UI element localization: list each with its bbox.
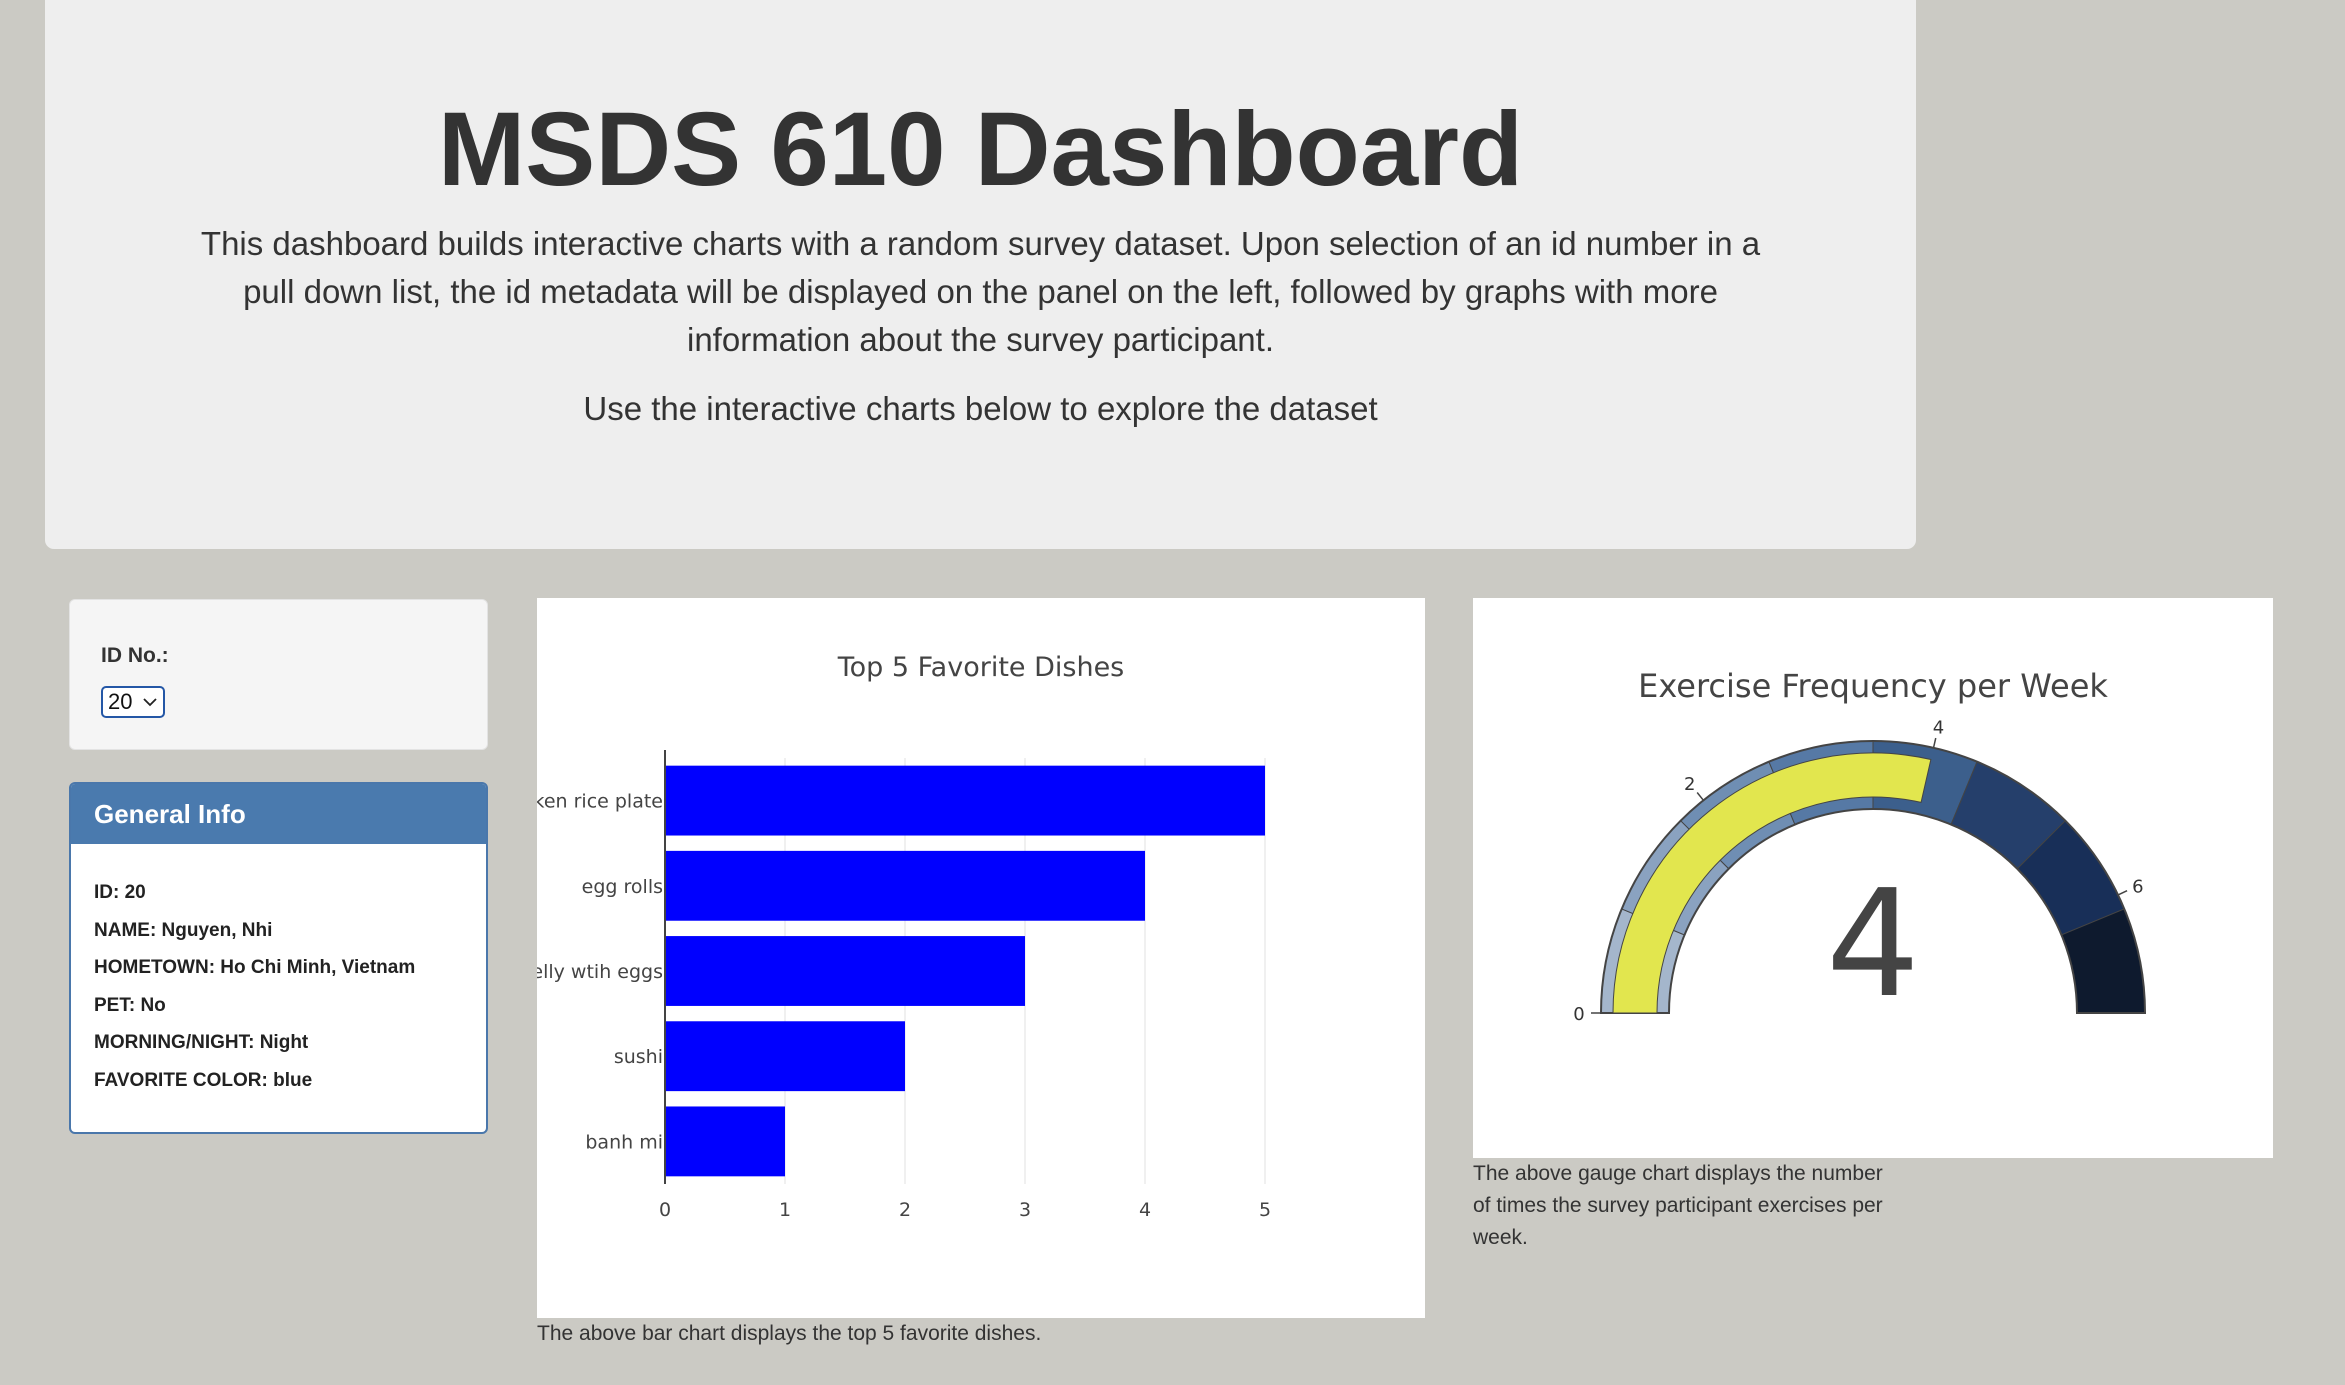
gauge-tick — [2117, 889, 2128, 896]
gauge-tick — [1696, 792, 1704, 801]
x-tick-label: 4 — [1139, 1199, 1151, 1221]
y-tick-label: sushi — [614, 1046, 663, 1068]
bar-chart-caption: The above bar chart displays the top 5 f… — [537, 1322, 1042, 1345]
info-line-morning-night: MORNING/NIGHT: Night — [94, 1032, 309, 1053]
general-info-title: General Info — [71, 784, 486, 844]
bar-chart-card: Top 5 Favorite Dishes 0 1 2 3 4 5 broken rice … — [537, 598, 1425, 1318]
x-tick-label: 3 — [1019, 1199, 1031, 1221]
x-tick-label: 1 — [779, 1199, 791, 1221]
gauge-chart-title: Exercise Frequency per Week — [1638, 667, 2108, 705]
gauge-chart[interactable]: Exercise Frequency per Week 0 2 4 6 4 — [1473, 598, 2273, 1158]
general-info-body: ID: 20 NAME: Nguyen, Nhi HOMETOWN: Ho Ch… — [71, 844, 486, 1107]
gauge-tick-label: 2 — [1684, 774, 1695, 795]
bar-chart-title: Top 5 Favorite Dishes — [837, 652, 1125, 683]
y-tick-label: egg rolls — [582, 876, 663, 898]
y-tick-label: pork belly wtih eggs — [537, 961, 663, 983]
y-tick-label: broken rice plate — [537, 791, 663, 813]
header-jumbotron: MSDS 610 Dashboard This dashboard builds… — [45, 0, 1916, 549]
info-line-name: NAME: Nguyen, Nhi — [94, 919, 273, 941]
y-tick-labels: broken rice plate egg rolls pork belly wti… — [537, 791, 663, 1154]
id-selector-well: ID No.: 20 — [69, 599, 488, 750]
chevron-down-icon — [143, 698, 157, 707]
x-tick-label: 2 — [899, 1199, 911, 1221]
bar-banh-mi — [665, 1106, 785, 1177]
x-tick-label: 5 — [1259, 1199, 1271, 1221]
bar-sushi — [665, 1021, 905, 1092]
bar-broken-rice-plate — [665, 765, 1265, 836]
info-line-hometown: HOMETOWN: Ho Chi Minh, Vietnam — [94, 957, 416, 978]
bar-egg-rolls — [665, 850, 1145, 921]
id-selector-label: ID No.: — [101, 644, 169, 667]
info-line-id: ID: 20 — [94, 882, 146, 903]
gauge-tick-label: 6 — [2132, 876, 2143, 897]
page-title: MSDS 610 Dashboard — [437, 91, 1524, 208]
general-info-panel: General Info ID: 20 NAME: Nguyen, Nhi HO… — [69, 782, 488, 1134]
id-select-dropdown[interactable]: 20 — [101, 686, 165, 718]
info-line-pet: PET: No — [94, 994, 166, 1016]
y-tick-label: banh mi — [585, 1131, 663, 1153]
page-subtitle: Use the interactive charts below to expl… — [583, 390, 1378, 427]
bar-chart[interactable]: Top 5 Favorite Dishes 0 1 2 3 4 5 broken rice … — [537, 598, 1425, 1318]
gauge-tick-label: 0 — [1573, 1004, 1584, 1025]
x-tick-label: 0 — [659, 1199, 671, 1221]
gauge-chart-card: Exercise Frequency per Week 0 2 4 6 4 — [1473, 598, 2273, 1158]
gauge-tick-label: 4 — [1933, 717, 1944, 738]
id-select-value: 20 — [108, 689, 133, 714]
gauge-chart-caption: The above gauge chart displays the numbe… — [1473, 1162, 1883, 1249]
gauge-value-number: 4 — [1826, 858, 1920, 1030]
bar-pork-belly-wtih-eggs — [665, 936, 1025, 1006]
gauge-tick — [1932, 737, 1937, 748]
page-description: This dashboard builds interactive charts… — [200, 225, 1761, 358]
info-line-favorite-color: FAVORITE COLOR: blue — [94, 1069, 313, 1091]
